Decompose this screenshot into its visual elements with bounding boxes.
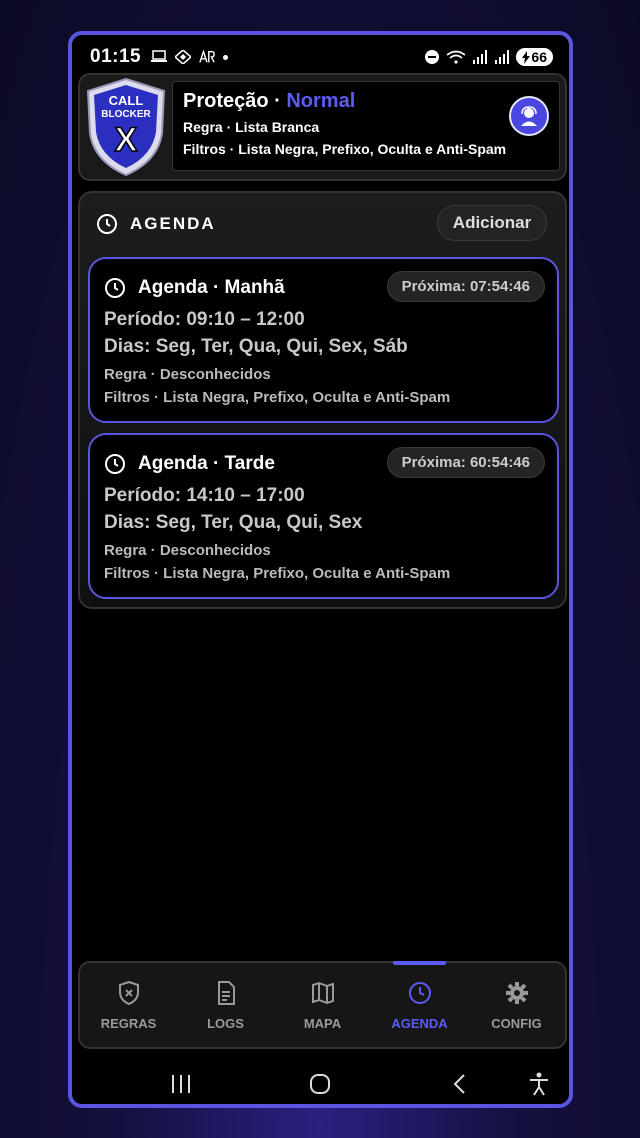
avatar-button[interactable] (509, 96, 549, 136)
ar-icon (199, 50, 215, 63)
protection-filters: Filtros · Lista Negra, Prefixo, Oculta e… (183, 141, 507, 157)
next-run-badge: Próxima: 60:54:46 (386, 447, 545, 478)
accessibility-button[interactable] (524, 1069, 554, 1099)
schedule-card[interactable]: Agenda · Manhã Próxima: 07:54:46 Período… (88, 257, 559, 423)
schedule-title: Agenda · Manhã (138, 277, 285, 298)
gear-icon (505, 981, 528, 1004)
next-run-badge: Próxima: 07:54:46 (386, 271, 545, 302)
clock-icon (97, 214, 117, 234)
back-button[interactable] (444, 1069, 474, 1099)
svg-text:BLOCKER: BLOCKER (101, 109, 151, 120)
system-nav-bar (72, 1059, 569, 1104)
recents-icon (172, 1075, 190, 1093)
nav-label: CONFIG (491, 1015, 542, 1031)
svg-text:CALL: CALL (109, 93, 144, 108)
schedule-period: Período: 09:10 – 12:00 (104, 309, 305, 330)
schedule-days: Dias: Seg, Ter, Qua, Qui, Sex (104, 512, 363, 533)
nav-label: MAPA (303, 1015, 342, 1031)
map-icon (311, 981, 334, 1004)
protection-title: Proteção · Normal (183, 90, 356, 112)
schedule-period: Período: 14:10 – 17:00 (104, 485, 305, 506)
wifi-icon (446, 50, 466, 64)
schedule-days: Dias: Seg, Ter, Qua, Qui, Sex, Sáb (104, 336, 408, 357)
call-blocker-x-logo: CALL BLOCKER X (86, 77, 166, 177)
home-button[interactable] (305, 1069, 335, 1099)
clock-icon (105, 454, 125, 474)
nav-agenda[interactable]: AGENDA (371, 961, 468, 1047)
nav-mapa[interactable]: MAPA (274, 963, 371, 1047)
battery-level: 66 (531, 49, 547, 65)
protection-status: Normal (286, 90, 356, 112)
agenda-title: AGENDA (130, 214, 216, 233)
signal-icon-2 (495, 50, 510, 64)
schedule-title: Agenda · Tarde (138, 453, 275, 474)
svg-text:X: X (115, 121, 138, 159)
nav-label: LOGS (207, 1015, 244, 1031)
signal-icon (473, 50, 488, 64)
status-time: 01:15 (90, 46, 142, 67)
accessibility-icon (530, 1072, 548, 1096)
more-notifications-dot (223, 54, 229, 60)
protection-header: CALL BLOCKER X Proteção · Normal Regra ·… (78, 73, 567, 181)
notification-icon (151, 50, 168, 62)
document-icon (217, 980, 235, 1005)
app-diamond-icon (175, 50, 192, 64)
home-icon (310, 1074, 330, 1094)
nav-label: REGRAS (100, 1015, 157, 1031)
schedule-card[interactable]: Agenda · Tarde Próxima: 60:54:46 Período… (88, 433, 559, 599)
back-icon (453, 1074, 465, 1094)
clock-icon (408, 981, 431, 1004)
user-headset-icon (521, 106, 537, 126)
protection-rule: Regra · Lista Branca (183, 119, 320, 135)
bottom-nav: REGRAS LOGS MAPA AGENDA CONFIG (78, 961, 567, 1049)
add-schedule-button[interactable]: Adicionar (437, 205, 547, 241)
nav-regras[interactable]: REGRAS (80, 963, 177, 1047)
nav-logs[interactable]: LOGS (177, 963, 274, 1047)
protection-info-box: Proteção · Normal Regra · Lista Branca F… (172, 81, 560, 171)
dnd-icon (425, 50, 440, 64)
schedule-filters: Filtros · Lista Negra, Prefixo, Oculta e… (104, 565, 451, 582)
battery-indicator: 66 (516, 48, 553, 66)
agenda-panel: AGENDA Adicionar Agenda · Manhã Próxima:… (78, 191, 567, 609)
schedule-filters: Filtros · Lista Negra, Prefixo, Oculta e… (104, 389, 451, 406)
nav-config[interactable]: CONFIG (468, 963, 565, 1047)
charging-bolt-icon (522, 50, 531, 64)
nav-label: AGENDA (391, 1015, 448, 1031)
phone-screen: 01:15 66 CALL BLOCKER X Proteção · Norma… (68, 31, 573, 1108)
recent-apps-button[interactable] (166, 1069, 196, 1099)
schedule-rule: Regra · Desconhecidos (104, 542, 271, 559)
clock-icon (105, 278, 125, 298)
schedule-rule: Regra · Desconhecidos (104, 366, 271, 383)
shield-x-icon (118, 980, 139, 1005)
